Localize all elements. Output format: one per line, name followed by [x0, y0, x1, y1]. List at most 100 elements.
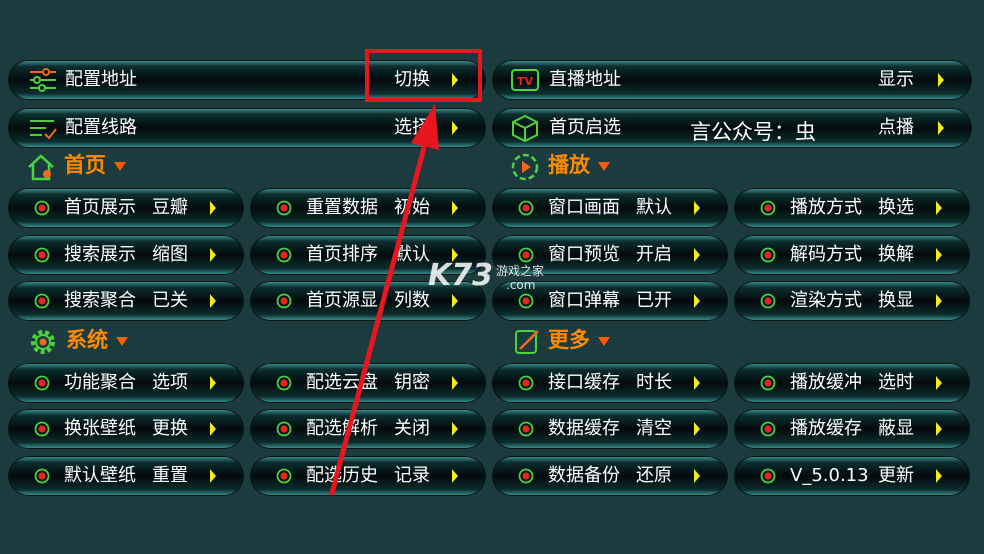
row-label: 配置地址 [65, 69, 137, 90]
radio-dot-icon [760, 375, 776, 391]
setting-item[interactable]: 配选解析 关闭 [250, 409, 486, 449]
setting-item[interactable]: 首页展示 豆瓣 [8, 188, 244, 228]
svg-text:TV: TV [517, 75, 534, 88]
watermark-logo: K73 [428, 258, 493, 293]
section-title: 播放 [548, 153, 590, 177]
item-label: 重置数据 [306, 197, 378, 218]
item-label: 数据备份 [548, 465, 620, 486]
item-value: 更新 [878, 465, 914, 486]
item-label: 搜索聚合 [64, 290, 136, 311]
chevron-right-icon [936, 376, 942, 390]
radio-dot-icon [760, 200, 776, 216]
item-value: 换解 [878, 244, 914, 265]
item-value: 记录 [394, 465, 430, 486]
chevron-right-icon [452, 294, 458, 308]
setting-item[interactable]: 数据备份 还原 [492, 456, 728, 496]
chevron-right-icon [694, 376, 700, 390]
setting-item[interactable]: 解码方式 换解 [734, 235, 970, 275]
section-home[interactable]: 首页 [64, 148, 126, 182]
radio-dot-icon [760, 421, 776, 437]
row-label: 配置线路 [65, 117, 137, 138]
radio-dot-icon [34, 468, 50, 484]
config-route-row[interactable]: 配置线路 选择 [8, 108, 486, 148]
setting-item[interactable]: 搜索聚合 已关 [8, 281, 244, 321]
watermark-com: .com [506, 278, 536, 292]
setting-item[interactable]: 播放缓冲 选时 [734, 363, 970, 403]
item-value: 换选 [878, 197, 914, 218]
chevron-right-icon [210, 422, 216, 436]
chevron-right-icon [452, 121, 458, 135]
item-value: 还原 [636, 465, 672, 486]
radio-dot-icon [518, 293, 534, 309]
setting-item[interactable]: 配选云盘 钥密 [250, 363, 486, 403]
section-system[interactable]: 系统 [66, 323, 128, 357]
radio-dot-icon [760, 247, 776, 263]
highlight-box [365, 49, 482, 102]
item-label: 播放缓存 [790, 418, 862, 439]
chevron-right-icon [210, 376, 216, 390]
setting-item[interactable]: 搜索展示 缩图 [8, 235, 244, 275]
item-value: 清空 [636, 418, 672, 439]
item-label: 换张壁纸 [64, 418, 136, 439]
item-label: 配选解析 [306, 418, 378, 439]
item-value: 列数 [394, 290, 430, 311]
item-label: 播放缓冲 [790, 372, 862, 393]
item-value: 关闭 [394, 418, 430, 439]
chevron-right-icon [452, 376, 458, 390]
setting-item[interactable]: 功能聚合 选项 [8, 363, 244, 403]
setting-item[interactable]: 换张壁纸 更换 [8, 409, 244, 449]
setting-item[interactable]: 渲染方式 换显 [734, 281, 970, 321]
setting-item[interactable]: V_5.0.13 更新 [734, 456, 970, 496]
setting-item[interactable]: 默认壁纸 重置 [8, 456, 244, 496]
tv-icon: TV [511, 69, 539, 91]
chevron-right-icon [936, 201, 942, 215]
setting-item[interactable]: 窗口画面 默认 [492, 188, 728, 228]
live-address-row[interactable]: TV 直播地址 显示 [492, 60, 972, 100]
cube-icon [512, 114, 538, 142]
row-value: 选择 [394, 117, 430, 138]
item-value: 重置 [152, 465, 188, 486]
section-play[interactable]: 播放 [548, 148, 610, 182]
setting-item[interactable]: 接口缓存 时长 [492, 363, 728, 403]
item-label: 搜索展示 [64, 244, 136, 265]
item-label: 解码方式 [790, 244, 862, 265]
item-label: 默认壁纸 [64, 465, 136, 486]
chevron-right-icon [452, 469, 458, 483]
item-label: 窗口弹幕 [548, 290, 620, 311]
row-label: 首页启选 [549, 117, 621, 138]
radio-dot-icon [518, 200, 534, 216]
setting-item[interactable]: 配选历史 记录 [250, 456, 486, 496]
setting-item[interactable]: 播放方式 换选 [734, 188, 970, 228]
item-value: 更换 [152, 418, 188, 439]
item-value: 蔽显 [878, 418, 914, 439]
sliders-icon [30, 68, 56, 92]
item-label: 首页排序 [306, 244, 378, 265]
setting-item[interactable]: 重置数据 初始 [250, 188, 486, 228]
item-value: 选项 [152, 372, 188, 393]
item-label: 配选云盘 [306, 372, 378, 393]
chevron-right-icon [694, 469, 700, 483]
chevron-right-icon [936, 294, 942, 308]
item-value: 默认 [636, 197, 672, 218]
item-value: 已关 [152, 290, 188, 311]
section-title: 系统 [66, 328, 108, 352]
public-account-text: 言公众号：虫 [690, 120, 816, 144]
radio-dot-icon [34, 293, 50, 309]
watermark-cn: 游戏之家 [496, 264, 545, 278]
item-label: 首页源显 [306, 290, 378, 311]
setting-item[interactable]: 播放缓存 蔽显 [734, 409, 970, 449]
radio-dot-icon [276, 247, 292, 263]
row-value: 显示 [878, 69, 914, 90]
row-value: 点播 [878, 117, 914, 138]
item-value: 初始 [394, 197, 430, 218]
radio-dot-icon [518, 421, 534, 437]
section-more[interactable]: 更多 [548, 323, 610, 357]
chevron-right-icon [452, 422, 458, 436]
chevron-right-icon [694, 248, 700, 262]
item-value: 选时 [878, 372, 914, 393]
radio-dot-icon [276, 375, 292, 391]
gear-icon [31, 330, 55, 354]
chevron-right-icon [210, 201, 216, 215]
radio-dot-icon [276, 200, 292, 216]
setting-item[interactable]: 数据缓存 清空 [492, 409, 728, 449]
